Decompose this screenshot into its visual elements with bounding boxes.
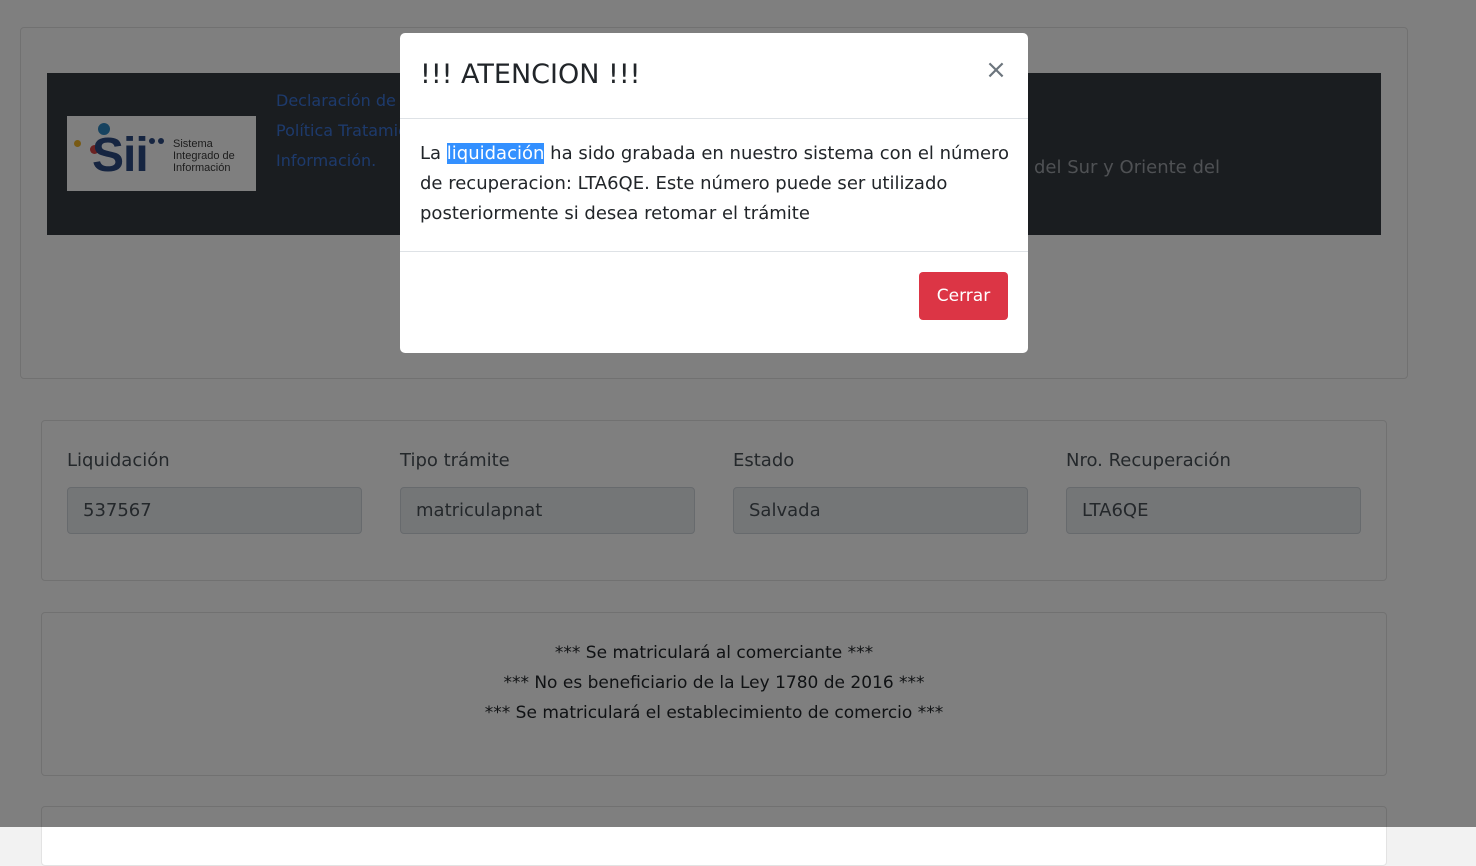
modal-body-selection: liquidación bbox=[446, 143, 545, 164]
modal-body-prefix: La bbox=[420, 143, 442, 164]
modal-body: La liquidación ha sido grabada en nuestr… bbox=[420, 139, 1010, 229]
modal-footer: Cerrar bbox=[400, 251, 1028, 353]
attention-modal: !!! ATENCION !!! × La liquidación ha sid… bbox=[400, 33, 1028, 353]
modal-title: !!! ATENCION !!! bbox=[420, 59, 641, 90]
close-icon[interactable]: × bbox=[983, 55, 1009, 85]
modal-header: !!! ATENCION !!! × bbox=[400, 33, 1028, 119]
cerrar-button[interactable]: Cerrar bbox=[919, 272, 1008, 320]
